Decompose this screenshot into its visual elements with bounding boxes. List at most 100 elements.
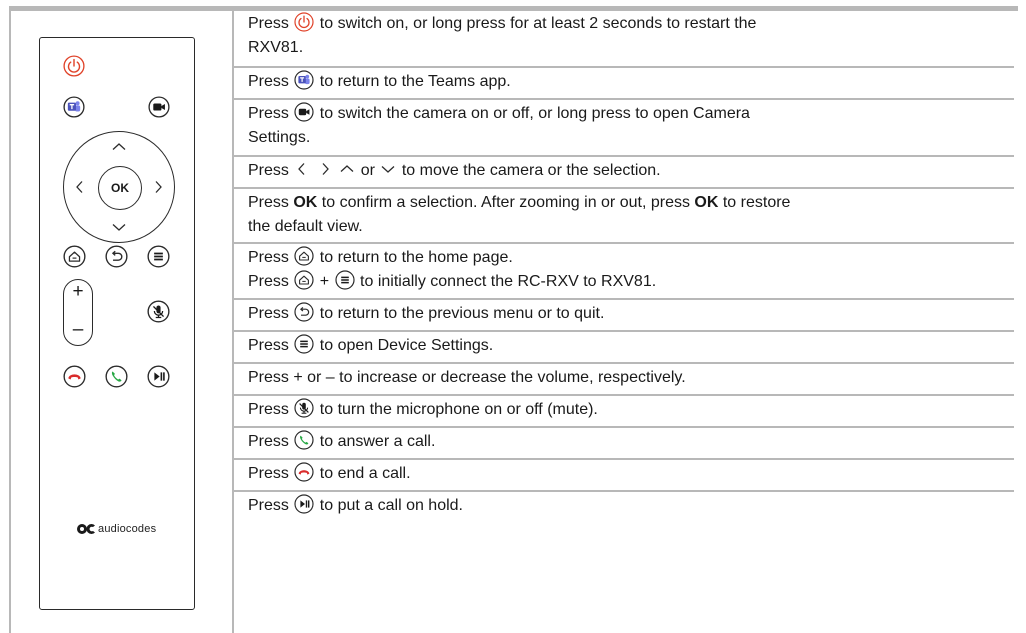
row-text: to put a call on hold.: [315, 497, 463, 514]
row-separator: [234, 426, 1014, 428]
row-text: Settings.: [248, 129, 311, 146]
arrow-left-icon: [294, 161, 310, 177]
answer-call-icon: [294, 430, 314, 450]
camera-icon: [294, 102, 314, 122]
row-text: Press + or – to increase or decrease the…: [248, 369, 686, 386]
mute-icon: [147, 300, 170, 323]
back-icon: [294, 302, 314, 322]
row-text: Press: [248, 433, 294, 450]
row-text: the default view.: [248, 218, 363, 235]
mute-icon: [294, 398, 314, 418]
row-power: Press to switch on, or long press for at…: [234, 12, 1014, 60]
camera-icon: [148, 96, 170, 118]
row-text: Press: [248, 73, 294, 90]
row-ok: Press OK to confirm a selection. After z…: [234, 191, 1014, 239]
home-icon: [294, 270, 314, 290]
teams-icon: [63, 96, 85, 118]
audiocodes-logo: audiocodes: [75, 522, 156, 536]
arrow-down-icon: [380, 161, 396, 177]
volume-minus-label: –: [72, 319, 84, 340]
row-separator: [234, 362, 1014, 364]
row-text: Press: [248, 273, 294, 290]
row-text: to answer a call.: [315, 433, 436, 450]
row-teams: Press to return to the Teams app.: [234, 70, 1014, 94]
hold-icon: [147, 365, 170, 388]
row-text: or: [356, 162, 380, 179]
row-mute: Press to turn the microphone on or off (…: [234, 398, 1014, 422]
row-text: to return to the previous menu or to qui…: [315, 305, 605, 322]
row-text: +: [315, 273, 334, 290]
table-left-border: [9, 6, 11, 633]
row-separator: [234, 330, 1014, 332]
row-text: Press: [248, 162, 294, 179]
power-icon: [63, 55, 85, 77]
row-text: to move the camera or the selection.: [397, 162, 661, 179]
row-navigation: Press or to move the camera or the selec…: [234, 159, 1014, 183]
row-text: to return to the Teams app.: [315, 73, 511, 90]
row-separator: [234, 98, 1014, 100]
row-text: to return to the home page.: [315, 249, 513, 266]
volume-plus-label: +: [72, 281, 84, 302]
direction-pad: OK: [63, 131, 175, 243]
row-text: Press: [248, 15, 294, 32]
row-separator: [234, 394, 1014, 396]
teams-icon: [294, 70, 314, 90]
row-separator: [234, 298, 1014, 300]
menu-icon: [335, 270, 355, 290]
row-home: Press to return to the home page. Press …: [234, 246, 1014, 294]
row-text: Press: [248, 105, 294, 122]
row-answer: Press to answer a call.: [234, 430, 1014, 454]
arrow-up-icon: [111, 139, 127, 155]
row-separator: [234, 490, 1014, 492]
row-text: to confirm a selection. After zooming in…: [317, 194, 695, 211]
row-separator: [234, 242, 1014, 244]
row-text: Press: [248, 249, 294, 266]
menu-icon: [147, 245, 170, 268]
audiocodes-logo-text: audiocodes: [98, 523, 157, 535]
ok-label: OK: [694, 194, 719, 211]
end-call-icon: [294, 462, 314, 482]
row-text: Press: [248, 465, 294, 482]
row-text: Press: [248, 194, 294, 211]
end-call-icon: [63, 365, 86, 388]
row-text: to end a call.: [315, 465, 411, 482]
row-text: to turn the microphone on or off (mute).: [315, 401, 598, 418]
row-text: Press: [248, 401, 294, 418]
row-text: to open Device Settings.: [315, 337, 494, 354]
row-separator: [234, 155, 1014, 157]
arrow-left-icon: [72, 179, 88, 195]
arrow-right-icon: [317, 161, 333, 177]
menu-icon: [294, 334, 314, 354]
volume-rocker: + –: [63, 279, 93, 346]
row-text: to switch on, or long press for at least…: [315, 15, 757, 32]
remote-control-illustration: OK + – audiocodes: [39, 37, 195, 610]
arrow-right-icon: [150, 179, 166, 195]
row-back: Press to return to the previous menu or …: [234, 302, 1014, 326]
row-text: Press: [248, 305, 294, 322]
row-text: Press: [248, 337, 294, 354]
row-separator: [234, 187, 1014, 189]
row-separator: [234, 458, 1014, 460]
row-text: to switch the camera on or off, or long …: [315, 105, 750, 122]
row-volume: Press + or – to increase or decrease the…: [234, 366, 1014, 390]
row-end-call: Press to end a call.: [234, 462, 1014, 486]
row-hold: Press to put a call on hold.: [234, 494, 1014, 518]
ok-label: OK: [293, 194, 318, 211]
row-separator: [234, 66, 1014, 68]
home-icon: [294, 246, 314, 266]
answer-call-icon: [105, 365, 128, 388]
row-text: to initially connect the RC-RXV to RXV81…: [355, 273, 657, 290]
hold-icon: [294, 494, 314, 514]
row-text: Press: [248, 497, 294, 514]
audiocodes-logo-mark: [77, 524, 95, 534]
power-icon: [294, 12, 314, 32]
ok-button-graphic: OK: [98, 166, 142, 210]
table-top-border: [9, 6, 1018, 11]
home-icon: [63, 245, 86, 268]
row-text: to restore: [718, 194, 791, 211]
row-text: RXV81.: [248, 39, 304, 56]
row-menu: Press to open Device Settings.: [234, 334, 1014, 358]
back-icon: [105, 245, 128, 268]
arrow-up-icon: [339, 161, 355, 177]
arrow-down-icon: [111, 219, 127, 235]
